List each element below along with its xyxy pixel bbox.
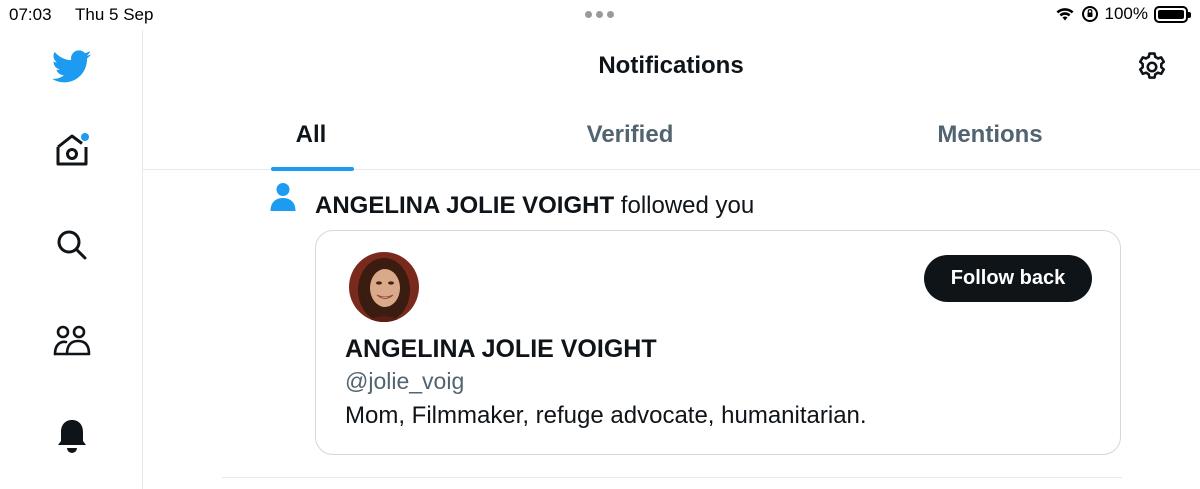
gear-icon[interactable] — [1134, 49, 1170, 85]
unread-dot — [81, 133, 89, 141]
page-title: Notifications — [598, 52, 744, 79]
twitter-bird-icon[interactable] — [50, 45, 94, 89]
orientation-lock-icon — [1081, 6, 1098, 22]
status-right: 100% — [1055, 4, 1191, 24]
battery-percent: 100% — [1104, 4, 1148, 23]
wifi-icon — [1056, 8, 1074, 21]
notification-action: followed you — [614, 192, 755, 219]
tab-all[interactable]: All — [251, 112, 371, 171]
status-time: 07:03 — [9, 5, 52, 24]
user-bio: Mom, Filmmaker, refuge advocate, humanit… — [345, 402, 867, 429]
divider — [222, 477, 1122, 478]
home-icon[interactable] — [50, 128, 94, 172]
follow-back-button[interactable]: Follow back — [924, 255, 1092, 302]
user-handle[interactable]: @jolie_voig — [345, 368, 464, 395]
status-date: Thu 5 Sep — [75, 5, 154, 24]
tab-bar: All Verified Mentions — [143, 112, 1200, 171]
status-bar: 07:03 Thu 5 Sep 100% — [0, 0, 1200, 30]
person-icon — [269, 182, 297, 212]
tab-mentions[interactable]: Mentions — [910, 112, 1070, 169]
avatar[interactable] — [349, 252, 419, 322]
communities-icon[interactable] — [50, 319, 94, 363]
user-name[interactable]: ANGELINA JOLIE VOIGHT — [345, 335, 657, 364]
battery-icon — [1154, 5, 1191, 23]
bell-icon[interactable] — [50, 413, 94, 457]
user-card[interactable]: Follow back ANGELINA JOLIE VOIGHT @jolie… — [315, 230, 1121, 455]
tab-mentions-label: Mentions — [937, 121, 1043, 148]
multitasking-dots-icon[interactable] — [585, 11, 614, 18]
active-tab-indicator — [271, 167, 354, 171]
tab-verified[interactable]: Verified — [555, 112, 705, 169]
tab-all-label: All — [295, 121, 327, 148]
notification-actor[interactable]: ANGELINA JOLIE VOIGHT — [315, 192, 614, 219]
sidebar — [0, 30, 143, 489]
search-icon[interactable] — [50, 223, 94, 267]
notification-text[interactable]: ANGELINA JOLIE VOIGHT followed you — [315, 192, 754, 220]
tab-verified-label: Verified — [586, 121, 674, 148]
